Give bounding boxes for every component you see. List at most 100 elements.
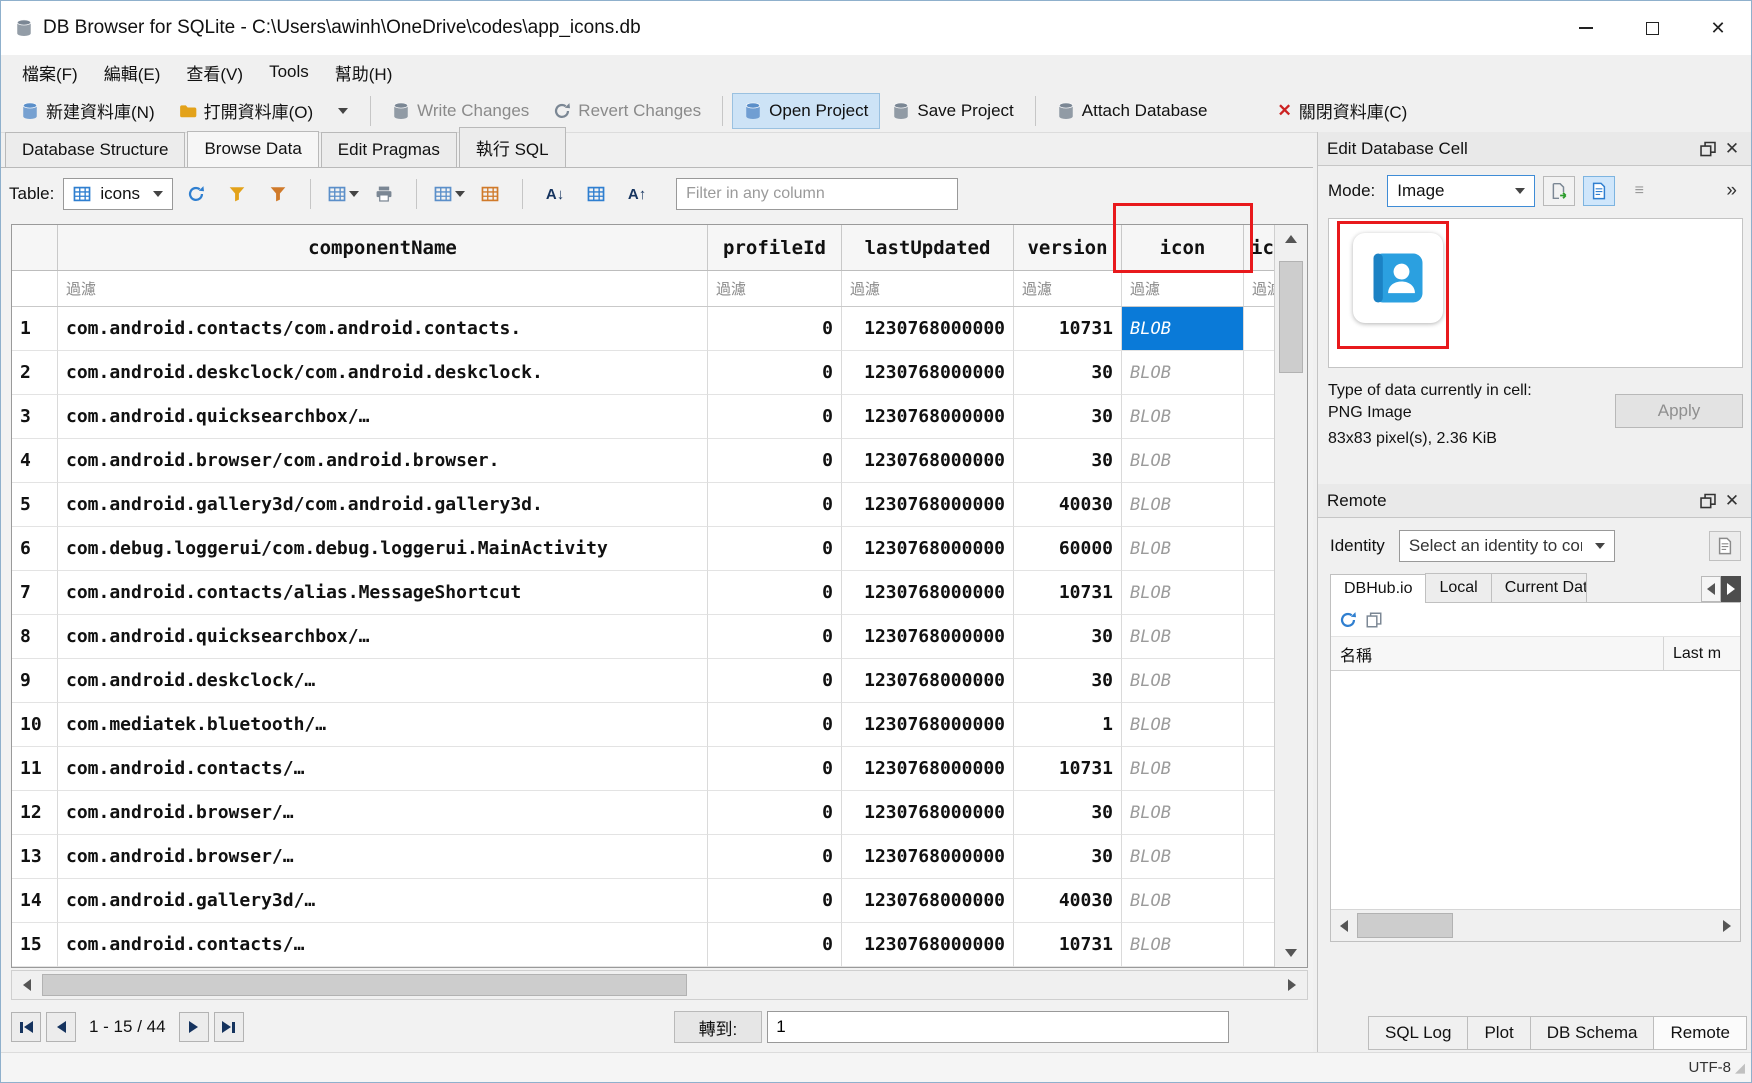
print-button[interactable] (366, 177, 402, 211)
table-row[interactable]: 7com.android.contacts/alias.MessageShort… (12, 571, 1274, 615)
profile-id-cell[interactable]: 0 (708, 395, 842, 439)
row-number-cell[interactable]: 11 (12, 747, 58, 791)
revert-changes-button[interactable]: Revert Changes (541, 93, 713, 129)
version-cell[interactable]: 10731 (1014, 571, 1122, 615)
clipped-cell[interactable] (1244, 527, 1274, 571)
component-name-cell[interactable]: com.android.contacts/com.android.contact… (58, 307, 708, 351)
table-row[interactable]: 5com.android.gallery3d/com.android.galle… (12, 483, 1274, 527)
scroll-down-button[interactable] (1275, 939, 1307, 967)
component-name-cell[interactable]: com.android.gallery3d/com.android.galler… (58, 483, 708, 527)
version-cell[interactable]: 30 (1014, 351, 1122, 395)
remote-list-body[interactable] (1331, 671, 1740, 909)
clipped-cell[interactable] (1244, 483, 1274, 527)
profile-id-cell[interactable]: 0 (708, 527, 842, 571)
delete-record-button[interactable] (472, 177, 508, 211)
tab-local[interactable]: Local (1425, 573, 1491, 602)
filter-input-profileid[interactable]: 過濾 (708, 271, 842, 306)
profile-id-cell[interactable]: 0 (708, 439, 842, 483)
icon-blob-cell[interactable]: BLOB (1122, 483, 1244, 527)
table-row[interactable]: 13com.android.browser/…0123076800000030B… (12, 835, 1274, 879)
profile-id-cell[interactable]: 0 (708, 791, 842, 835)
row-number-cell[interactable]: 2 (12, 351, 58, 395)
icon-blob-cell[interactable]: BLOB (1122, 527, 1244, 571)
clipped-cell[interactable] (1244, 307, 1274, 351)
dock-tab-db-schema[interactable]: DB Schema (1530, 1016, 1655, 1050)
last-updated-cell[interactable]: 1230768000000 (842, 351, 1014, 395)
row-number-cell[interactable]: 3 (12, 395, 58, 439)
clear-filters-button[interactable] (219, 177, 255, 211)
scroll-left-button[interactable] (1331, 910, 1357, 941)
icon-blob-cell[interactable]: BLOB (1122, 351, 1244, 395)
table-row[interactable]: 3com.android.quicksearchbox/…01230768000… (12, 395, 1274, 439)
component-name-cell[interactable]: com.android.browser/… (58, 835, 708, 879)
previous-page-button[interactable] (46, 1012, 76, 1042)
component-name-cell[interactable]: com.android.contacts/… (58, 747, 708, 791)
profile-id-cell[interactable]: 0 (708, 703, 842, 747)
tab-execute-sql[interactable]: 執行 SQL (459, 127, 566, 167)
last-updated-cell[interactable]: 1230768000000 (842, 571, 1014, 615)
last-updated-cell[interactable]: 1230768000000 (842, 835, 1014, 879)
close-panel-button[interactable]: ✕ (1720, 138, 1744, 160)
filter-input-version[interactable]: 過濾 (1014, 271, 1122, 306)
new-database-button[interactable]: 新建資料庫(N) (9, 90, 167, 131)
version-cell[interactable]: 30 (1014, 395, 1122, 439)
clipped-cell[interactable] (1244, 439, 1274, 483)
version-cell[interactable]: 40030 (1014, 483, 1122, 527)
icon-blob-cell[interactable]: BLOB (1122, 879, 1244, 923)
horizontal-scroll-track[interactable] (42, 971, 1277, 999)
version-cell[interactable]: 30 (1014, 439, 1122, 483)
profile-id-cell[interactable]: 0 (708, 747, 842, 791)
dock-tab-remote[interactable]: Remote (1653, 1016, 1747, 1050)
menu-edit[interactable]: 編輯(E) (91, 55, 174, 90)
write-changes-button[interactable]: Write Changes (380, 93, 541, 129)
maximize-button[interactable] (1619, 1, 1685, 55)
mode-select[interactable]: Image (1387, 175, 1535, 207)
vertical-scroll-thumb[interactable] (1279, 261, 1303, 373)
last-updated-cell[interactable]: 1230768000000 (842, 923, 1014, 967)
version-cell[interactable]: 1 (1014, 703, 1122, 747)
table-row[interactable]: 10com.mediatek.bluetooth/…01230768000000… (12, 703, 1274, 747)
refresh-table-button[interactable] (178, 177, 214, 211)
open-database-button[interactable]: 打開資料庫(O) (167, 90, 326, 131)
dock-tab-plot[interactable]: Plot (1467, 1016, 1530, 1050)
filter-input-lastupdated[interactable]: 過濾 (842, 271, 1014, 306)
row-number-cell[interactable]: 14 (12, 879, 58, 923)
resize-grip-icon[interactable]: ◢ (1735, 1060, 1745, 1076)
clipped-cell[interactable] (1244, 615, 1274, 659)
last-updated-cell[interactable]: 1230768000000 (842, 791, 1014, 835)
open-project-button[interactable]: Open Project (732, 93, 880, 129)
open-database-dropdown[interactable] (325, 94, 361, 128)
row-number-cell[interactable]: 5 (12, 483, 58, 527)
version-cell[interactable]: 60000 (1014, 527, 1122, 571)
last-page-button[interactable] (214, 1012, 244, 1042)
component-name-cell[interactable]: com.android.contacts/alias.MessageShortc… (58, 571, 708, 615)
image-view-toggle[interactable] (1583, 176, 1615, 206)
table-row[interactable]: 15com.android.contacts/…0123076800000010… (12, 923, 1274, 967)
dock-tab-sql-log[interactable]: SQL Log (1368, 1016, 1468, 1050)
table-row[interactable]: 14com.android.gallery3d/…012307680000004… (12, 879, 1274, 923)
tab-scroll-left-button[interactable] (1701, 576, 1721, 602)
tab-current-database[interactable]: Current Dat (1491, 573, 1587, 602)
table-row[interactable]: 8com.android.quicksearchbox/…01230768000… (12, 615, 1274, 659)
table-row[interactable]: 4com.android.browser/com.android.browser… (12, 439, 1274, 483)
version-cell[interactable]: 10731 (1014, 923, 1122, 967)
table-row[interactable]: 6com.debug.loggerui/com.debug.loggerui.M… (12, 527, 1274, 571)
filter-input-componentname[interactable]: 過濾 (58, 271, 708, 306)
apply-button[interactable]: Apply (1615, 394, 1743, 428)
clipped-cell[interactable] (1244, 923, 1274, 967)
column-header-version[interactable]: version (1014, 225, 1122, 270)
horizontal-scroll-thumb[interactable] (42, 974, 687, 996)
save-project-button[interactable]: Save Project (880, 93, 1025, 129)
table-row[interactable]: 9com.android.deskclock/…0123076800000030… (12, 659, 1274, 703)
last-updated-cell[interactable]: 1230768000000 (842, 659, 1014, 703)
profile-id-cell[interactable]: 0 (708, 879, 842, 923)
clipped-cell[interactable] (1244, 703, 1274, 747)
close-panel-button[interactable]: ✕ (1720, 490, 1744, 512)
component-name-cell[interactable]: com.android.deskclock/… (58, 659, 708, 703)
close-button[interactable]: ✕ (1685, 1, 1751, 55)
component-name-cell[interactable]: com.android.browser/… (58, 791, 708, 835)
component-name-cell[interactable]: com.android.contacts/… (58, 923, 708, 967)
menu-view[interactable]: 查看(V) (173, 55, 256, 90)
icon-blob-cell[interactable]: BLOB (1122, 703, 1244, 747)
float-panel-button[interactable] (1696, 138, 1720, 160)
